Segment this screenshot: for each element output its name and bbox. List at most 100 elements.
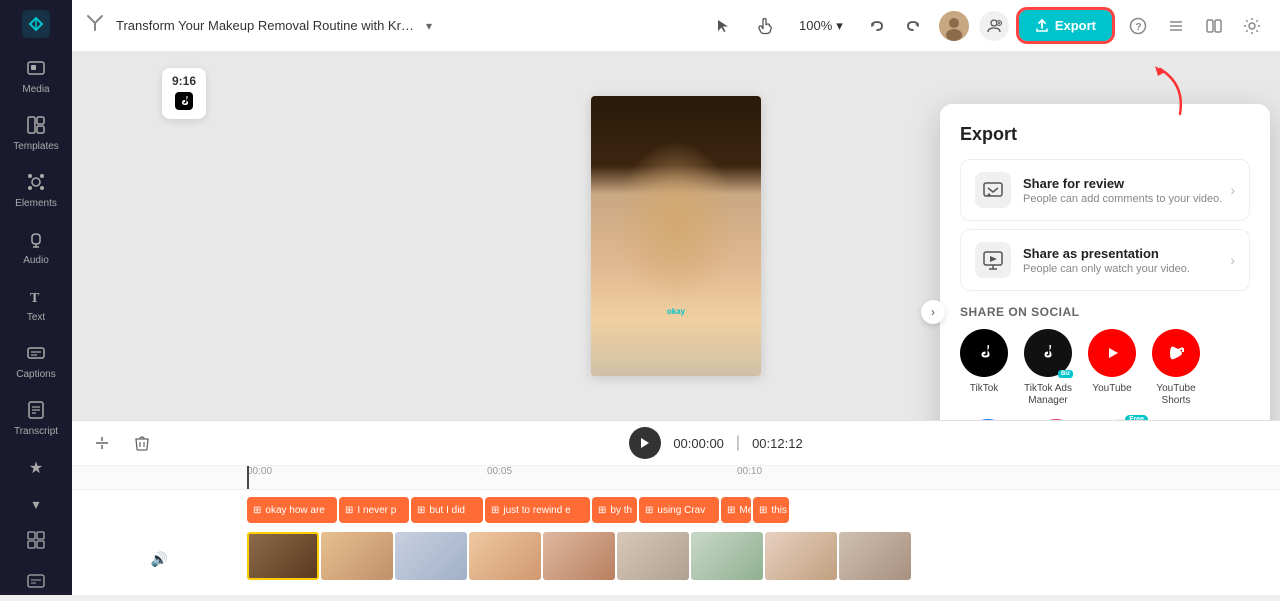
video-thumb-8[interactable]: [839, 532, 911, 580]
sidebar-item-star[interactable]: ★: [6, 453, 66, 485]
social-schedule[interactable]: Free Schedule: [1096, 419, 1144, 420]
sidebar-item-expand[interactable]: ▾: [6, 489, 66, 519]
clip-7[interactable]: ⊞ Me: [721, 497, 751, 523]
help-button[interactable]: ?: [1122, 10, 1154, 42]
clip-6[interactable]: ⊞ using Crav: [639, 497, 719, 523]
media-icon: [26, 58, 46, 81]
video-frame: okay: [591, 96, 761, 376]
sidebar: Media Templates Elements: [0, 0, 72, 595]
video-thumb-6[interactable]: [691, 532, 763, 580]
delete-button[interactable]: [128, 429, 156, 457]
video-strip: [247, 530, 1280, 582]
timeline: 00:00:00 | 00:12:12 00:00 00:05 00:10: [72, 420, 1280, 595]
clip-icon-2: ⊞: [345, 505, 353, 516]
panel-scroll-right[interactable]: ›: [921, 300, 945, 324]
sidebar-item-media[interactable]: Media: [6, 50, 66, 103]
social-tiktok-ads[interactable]: Biz TikTok Ads Manager: [1020, 329, 1076, 407]
volume-icon[interactable]: 🔊: [151, 551, 168, 568]
share-review-label: Share for review: [1023, 176, 1222, 191]
social-tiktok[interactable]: TikTok: [960, 329, 1008, 407]
settings-button[interactable]: [1236, 10, 1268, 42]
ruler-mark-0: 00:00: [247, 466, 272, 477]
sidebar-item-text[interactable]: T Text: [6, 278, 66, 331]
video-thumb-0[interactable]: [247, 532, 319, 580]
aspect-ratio-value: 9:16: [172, 74, 196, 88]
split-view-button[interactable]: [1198, 10, 1230, 42]
youtube-label: YouTube: [1092, 383, 1131, 395]
captions-icon: [26, 343, 46, 366]
elements-icon: [26, 172, 46, 195]
zoom-value: 100%: [799, 18, 832, 33]
clip-label-2: I never p: [357, 505, 396, 516]
video-thumb-7[interactable]: [765, 532, 837, 580]
tiktok-label: TikTok: [970, 383, 999, 395]
play-button[interactable]: [629, 427, 661, 459]
canvas-area: 9:16 okay: [72, 52, 1280, 420]
text-icon: T: [26, 286, 46, 309]
video-thumb-3[interactable]: [469, 532, 541, 580]
timeline-ruler: 00:00 00:05 00:10: [72, 466, 1280, 490]
instagram-icon: [1032, 419, 1080, 420]
video-preview: okay: [591, 96, 761, 376]
redo-button[interactable]: [897, 10, 929, 42]
social-yt-shorts[interactable]: YouTube Shorts: [1148, 329, 1204, 407]
video-thumb-5[interactable]: [617, 532, 689, 580]
clip-1[interactable]: ⊞ okay how are: [247, 497, 337, 523]
clip-2[interactable]: ⊞ I never p: [339, 497, 409, 523]
menu-button[interactable]: [1160, 10, 1192, 42]
main-area: Transform Your Makeup Removal Routine wi…: [72, 0, 1280, 595]
user-avatar[interactable]: [939, 11, 969, 41]
clip-label-1: okay how are: [265, 505, 324, 516]
sidebar-item-subtitle[interactable]: [6, 564, 66, 601]
time-separator: |: [736, 434, 740, 452]
video-thumb-1[interactable]: [321, 532, 393, 580]
clip-4[interactable]: ⊞ just to rewind e: [485, 497, 590, 523]
app-logo: [18, 10, 54, 38]
caption-track-content: ⊞ okay how are ⊞ I never p ⊞ but I did: [247, 490, 1280, 530]
sidebar-item-transcript[interactable]: Transcript: [6, 392, 66, 445]
export-button[interactable]: Export: [1019, 10, 1112, 41]
sidebar-item-captions[interactable]: Captions: [6, 335, 66, 388]
free-badge: Free: [1125, 415, 1148, 420]
sidebar-item-templates[interactable]: Templates: [6, 107, 66, 160]
hand-tool-button[interactable]: [749, 10, 781, 42]
cursor-tool-button[interactable]: [707, 10, 739, 42]
project-title: Transform Your Makeup Removal Routine wi…: [116, 18, 416, 33]
social-youtube[interactable]: YouTube: [1088, 329, 1136, 407]
ruler-mark-1: 00:05: [487, 466, 512, 477]
aspect-ratio-badge[interactable]: 9:16: [162, 68, 206, 119]
share-presentation-option[interactable]: Share as presentation People can only wa…: [960, 229, 1250, 291]
trim-button[interactable]: [88, 429, 116, 457]
clip-3[interactable]: ⊞ but I did: [411, 497, 483, 523]
clip-5[interactable]: ⊞ by th: [592, 497, 637, 523]
caption-clips-container: ⊞ okay how are ⊞ I never p ⊞ but I did: [247, 490, 1280, 530]
timeline-tracks: ⊞ okay how are ⊞ I never p ⊞ but I did: [72, 490, 1280, 595]
sidebar-item-grid[interactable]: [6, 523, 66, 560]
share-review-option[interactable]: Share for review People can add comments…: [960, 159, 1250, 221]
sidebar-item-label-audio: Audio: [23, 255, 49, 266]
social-facebook[interactable]: f Facebook Page: [960, 419, 1016, 420]
timeline-controls: 00:00:00 | 00:12:12: [72, 421, 1280, 466]
yt-shorts-label: YouTube Shorts: [1148, 383, 1204, 407]
video-thumb-2[interactable]: [395, 532, 467, 580]
clip-8[interactable]: ⊞ this: [753, 497, 789, 523]
share-presentation-sublabel: People can only watch your video.: [1023, 263, 1190, 275]
templates-icon: [26, 115, 46, 138]
clip-label-4: just to rewind e: [503, 505, 570, 516]
topbar-icons-group: ?: [1122, 10, 1268, 42]
sidebar-item-label-transcript: Transcript: [14, 426, 58, 437]
share-review-sublabel: People can add comments to your video.: [1023, 193, 1222, 205]
total-time: 00:12:12: [752, 436, 803, 451]
zoom-control[interactable]: 100% ▾: [791, 14, 851, 38]
sidebar-item-audio[interactable]: Audio: [6, 221, 66, 274]
svg-text:T: T: [30, 291, 40, 306]
share-presentation-label: Share as presentation: [1023, 246, 1190, 261]
collab-button[interactable]: [979, 11, 1009, 41]
social-instagram[interactable]: Instagram Reels: [1028, 419, 1084, 420]
export-panel-container: Export: [940, 52, 1280, 420]
title-chevron[interactable]: ▾: [426, 19, 432, 33]
undo-button[interactable]: [861, 10, 893, 42]
video-thumb-4[interactable]: [543, 532, 615, 580]
clip-icon-5: ⊞: [598, 505, 606, 516]
sidebar-item-elements[interactable]: Elements: [6, 164, 66, 217]
